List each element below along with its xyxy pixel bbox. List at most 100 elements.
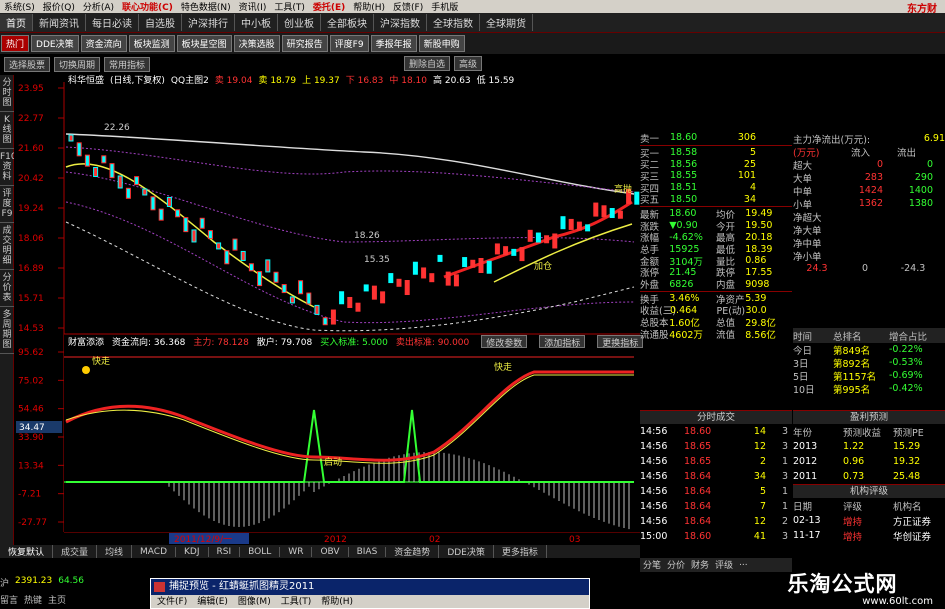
kline-chart[interactable]: 23.95 22.77 21.60 20.42 19.24 18.06 16.89 15.71… — [14, 72, 640, 548]
sidebar-tab-4[interactable]: ... — [736, 558, 751, 572]
indicator-tab-7[interactable]: WR — [280, 546, 313, 557]
nav-tab-10[interactable]: 全球期货 — [480, 14, 533, 31]
left-tab-4[interactable]: 成交明细 — [0, 223, 14, 270]
left-tab-2[interactable]: F10资料 — [0, 149, 17, 186]
indicator-tab-4[interactable]: KDJ — [176, 546, 209, 557]
sidebar-tab-2[interactable]: 财务 — [688, 558, 712, 572]
dialog-menu-item-3[interactable]: 工具(T) — [281, 595, 312, 609]
candle — [68, 134, 74, 142]
sub-tab-0[interactable]: 热门 — [1, 35, 30, 52]
dialog-menu-item-0[interactable]: 文件(F) — [157, 595, 187, 609]
nav-tab-4[interactable]: 沪深排行 — [182, 14, 235, 31]
quote-row: 卖一 18.60 306 — [640, 132, 792, 145]
org-header: 日期 评级 机构名 — [793, 498, 945, 513]
indicator-tab-0[interactable]: 恢复默认 — [0, 545, 54, 558]
nav-tab-2[interactable]: 每日必读 — [86, 14, 139, 31]
candle — [511, 248, 517, 256]
left-tab-6[interactable]: 多周期图 — [0, 307, 14, 354]
menu-item-1[interactable]: 报价(Q) — [39, 0, 79, 13]
capture-preview-window[interactable]: 捕捉预览 - 红蜻蜓抓图精灵2011 文件(F) 编辑(E) 图像(M) 工具(T) 帮… — [150, 578, 590, 609]
nav-tab-1[interactable]: 新闻资讯 — [33, 14, 86, 31]
nav-tab-9[interactable]: 全球指数 — [427, 14, 480, 31]
message-button[interactable]: 留言 — [0, 593, 18, 606]
candle — [544, 235, 550, 244]
nav-tab-6[interactable]: 创业板 — [278, 14, 321, 31]
fundflow-net-label: 净大单 — [793, 225, 822, 237]
menu-item-7[interactable]: 委托(E) — [309, 0, 349, 13]
indicator-tab-8[interactable]: OBV — [312, 546, 349, 557]
indicator-tab-9[interactable]: BIAS — [349, 546, 387, 557]
dialog-menu-item-4[interactable]: 帮助(H) — [321, 595, 353, 609]
menu-item-4[interactable]: 特色数据(N) — [177, 0, 235, 13]
menu-item-5[interactable]: 资讯(I) — [235, 0, 271, 13]
fundflow-row: 中单 1424 1400 — [793, 184, 945, 198]
trade-row: 14:56 18.65 12 3 — [640, 439, 792, 454]
quote-price: 18.60 — [670, 132, 698, 144]
sub-tab-8[interactable]: 季报年报 — [370, 35, 417, 52]
sub-tab-7[interactable]: 评度F9 — [329, 35, 369, 52]
nav-tab-5[interactable]: 中小板 — [235, 14, 278, 31]
menu-item-8[interactable]: 帮助(H) — [349, 0, 389, 13]
sub-tab-5[interactable]: 决策选股 — [233, 35, 280, 52]
indicator-tab-3[interactable]: MACD — [132, 546, 177, 557]
switch-period-button[interactable]: 切换周期 — [54, 56, 101, 72]
sub-tab-4[interactable]: 板块星空图 — [176, 35, 232, 52]
add-indicator-button[interactable]: 添加指标 — [539, 335, 586, 349]
indicator-tab-5[interactable]: RSI — [209, 546, 241, 557]
indicator-tab-6[interactable]: BOLL — [240, 546, 281, 557]
sidebar-tab-0[interactable]: 分笔 — [640, 558, 664, 572]
modify-params-button[interactable]: 修改参数 — [481, 335, 528, 349]
sidebar-tab-1[interactable]: 分价 — [664, 558, 688, 572]
trade-time: 14:56 — [640, 516, 668, 527]
sub-tab-3[interactable]: 板块监测 — [128, 35, 175, 52]
menu-item-10[interactable]: 手机版 — [427, 0, 462, 13]
ind-name: 财富添添 — [68, 338, 105, 348]
menu-item-0[interactable]: 系统(S) — [0, 0, 39, 13]
candle — [494, 243, 500, 255]
indicator-tab-1[interactable]: 成交量 — [53, 545, 98, 558]
indicator-tab-11[interactable]: DDE决策 — [439, 545, 494, 558]
left-tab-1[interactable]: K线图 — [0, 112, 14, 149]
left-tab-0[interactable]: 分时图 — [0, 75, 14, 112]
nav-tab-3[interactable]: 自选股 — [139, 14, 182, 31]
indicator-tab-10[interactable]: 资金趋势 — [386, 545, 440, 558]
advanced-button[interactable]: 高级 — [454, 56, 483, 71]
left-tab-5[interactable]: 分价表 — [0, 270, 14, 307]
stat-value: 3104万 — [669, 256, 703, 268]
menu-item-6[interactable]: 工具(T) — [270, 0, 309, 13]
menu-item-9[interactable]: 反馈(F) — [389, 0, 427, 13]
trade-row: 14:56 18.64 5 1 — [640, 484, 792, 499]
indicator-tab-2[interactable]: 均线 — [97, 545, 133, 558]
sub-tab-1[interactable]: DDE决策 — [31, 35, 79, 52]
left-tab-3[interactable]: 评度F9 — [0, 186, 14, 223]
menu-item-3[interactable]: 联心功能(C) — [118, 0, 177, 13]
common-indicator-button[interactable]: 常用指标 — [104, 56, 151, 72]
dialog-title[interactable]: 捕捉预览 - 红蜻蜓抓图精灵2011 — [151, 579, 589, 595]
hotkey-button[interactable]: 热键 — [24, 593, 42, 606]
trade-row: 15:00 18.60 41 3 — [640, 529, 792, 544]
dialog-menu-item-2[interactable]: 图像(M) — [238, 595, 271, 609]
fundflow-row-label: 小单 — [793, 199, 813, 211]
candle — [289, 296, 295, 304]
sub-tab-6[interactable]: 研究报告 — [281, 35, 328, 52]
nav-tab-0[interactable]: 首页 — [0, 14, 33, 31]
candle — [601, 205, 607, 218]
chart-period: (日线,下复权) — [110, 76, 165, 86]
home-button[interactable]: 主页 — [48, 593, 66, 606]
outflow-label: 流出 — [897, 147, 917, 159]
sub-tab-2[interactable]: 资金流向 — [80, 35, 127, 52]
candle — [404, 280, 410, 296]
dialog-menu-item-1[interactable]: 编辑(E) — [197, 595, 228, 609]
y-tick: 13.34 — [18, 461, 44, 471]
xaxis-date-cursor: 2011/12/9/一 — [174, 535, 232, 545]
sub-tab-9[interactable]: 新股申购 — [418, 35, 465, 52]
remove-favorite-button[interactable]: 删除自选 — [404, 56, 451, 71]
indicator-tab-12[interactable]: 更多指标 — [494, 545, 547, 558]
menu-item-2[interactable]: 分析(A) — [79, 0, 118, 13]
nav-tab-7[interactable]: 全部板块 — [321, 14, 374, 31]
candle — [585, 224, 591, 232]
change-indicator-button[interactable]: 更换指标 — [597, 335, 644, 349]
select-stock-button[interactable]: 选择股票 — [4, 56, 51, 72]
nav-tab-8[interactable]: 沪深指数 — [374, 14, 427, 31]
sidebar-tab-3[interactable]: 评级 — [712, 558, 736, 572]
